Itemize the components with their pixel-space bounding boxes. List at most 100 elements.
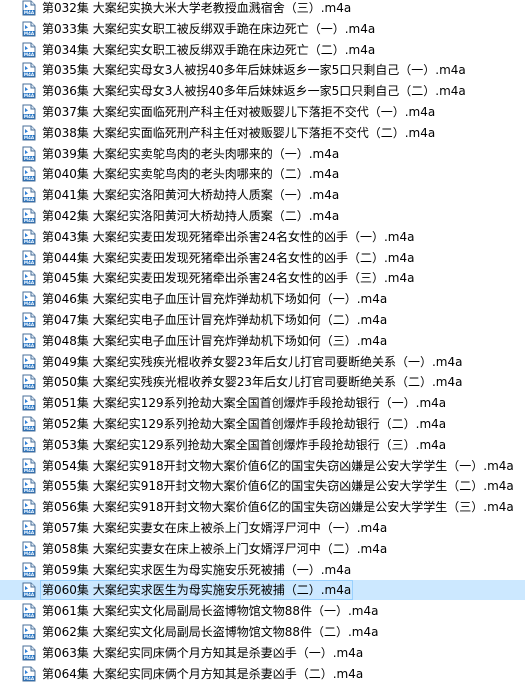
file-row[interactable]: M4A 第034集 大案纪实女职工被反绑双手跪在床边死亡（二）.m4a — [0, 40, 525, 60]
svg-text:M4A: M4A — [24, 509, 35, 514]
m4a-audio-file-icon: M4A — [21, 603, 37, 619]
file-name: 第048集 大案纪实电子血压计冒充炸弹劫机下场如何（三）.m4a — [42, 333, 388, 348]
file-name: 第045集 大案纪实麦田发现死猪牵出杀害24名女性的凶手（三）.m4a — [42, 271, 415, 286]
file-name: 第060集 大案纪实求医生为母实施安乐死被捕（二）.m4a — [39, 580, 354, 601]
file-name: 第039集 大案纪实卖鸵鸟肉的老头肉哪来的（一）.m4a — [42, 146, 340, 161]
file-row[interactable]: M4A 第047集 大案纪实电子血压计冒充炸弹劫机下场如何（二）.m4a — [0, 310, 525, 330]
file-name: 第062集 大案纪实文化局副局长盗博物馆文物88件（二）.m4a — [42, 625, 379, 639]
file-row[interactable]: M4A 第049集 大案纪实残疾光棍收养女婴23年后女儿打官司要断绝关系（一）.m… — [0, 352, 525, 372]
file-name: 第050集 大案纪实残疾光棍收养女婴23年后女儿打官司要断绝关系（二）.m4a — [42, 375, 463, 390]
svg-text:M4A: M4A — [24, 176, 35, 181]
file-row[interactable]: M4A 第052集 大案纪实129系列抢劫大案全国首创爆炸手段抢劫银行（二）.m4… — [0, 414, 525, 434]
file-row[interactable]: M4A 第043集 大案纪实麦田发现死猪牵出杀害24名女性的凶手（一）.m4a — [0, 227, 525, 247]
m4a-audio-file-icon: M4A — [21, 83, 37, 99]
m4a-audio-file-icon: M4A — [21, 499, 37, 515]
file-name: 第051集 大案纪实129系列抢劫大案全国首创爆炸手段抢劫银行（一）.m4a — [42, 396, 447, 411]
file-row[interactable]: M4A 第063集 大案纪实同床俩个月方知其是杀妻凶手（一）.m4a — [0, 643, 525, 663]
m4a-audio-file-icon: M4A — [21, 666, 37, 682]
svg-text:M4A: M4A — [24, 467, 35, 472]
svg-text:M4A: M4A — [24, 51, 35, 56]
file-name: 第032集 大案纪实换大米大学老教授血溅宿舍（三）.m4a — [42, 1, 352, 15]
m4a-audio-file-icon: M4A — [21, 270, 37, 286]
m4a-audio-file-icon: M4A — [21, 21, 37, 37]
file-row[interactable]: M4A 第037集 大案纪实面临死刑产科主任对被贩婴儿下落拒不交代（一）.m4a — [0, 102, 525, 122]
file-row[interactable]: M4A 第056集 大案纪实918开封文物大案价值6亿的国宝失窃凶嫌是公安大学学生… — [0, 497, 525, 517]
file-row[interactable]: M4A 第044集 大案纪实麦田发现死猪牵出杀害24名女性的凶手（二）.m4a — [0, 248, 525, 268]
m4a-audio-file-icon: M4A — [21, 354, 37, 370]
svg-text:M4A: M4A — [24, 31, 35, 36]
file-row[interactable]: M4A 第040集 大案纪实卖鸵鸟肉的老头肉哪来的（二）.m4a — [0, 164, 525, 184]
svg-text:M4A: M4A — [24, 322, 35, 327]
file-row[interactable]: M4A 第057集 大案纪实妻女在床上被杀上门女婿浮尸河中（一）.m4a — [0, 518, 525, 538]
m4a-audio-file-icon: M4A — [21, 374, 37, 390]
file-row[interactable]: M4A 第039集 大案纪实卖鸵鸟肉的老头肉哪来的（一）.m4a — [0, 144, 525, 164]
file-name: 第054集 大案纪实918开封文物大案价值6亿的国宝失窃凶嫌是公安大学学生（一）… — [42, 458, 514, 473]
svg-text:M4A: M4A — [24, 155, 35, 160]
m4a-audio-file-icon: M4A — [21, 0, 37, 16]
file-name: 第061集 大案纪实文化局副局长盗博物馆文物88件（一）.m4a — [42, 604, 379, 619]
file-row[interactable]: M4A 第053集 大案纪实129系列抢劫大案全国首创爆炸手段抢劫银行（三）.m4… — [0, 435, 525, 455]
file-row[interactable]: M4A 第036集 大案纪实母女3人被拐40多年后妹妹返乡一家5口只剩自己（二）.… — [0, 81, 525, 101]
file-row[interactable]: M4A 第045集 大案纪实麦田发现死猪牵出杀害24名女性的凶手（三）.m4a — [0, 268, 525, 288]
file-name: 第064集 大案纪实同床俩个月方知其是杀妻凶手（二）.m4a — [42, 666, 364, 681]
m4a-audio-file-icon: M4A — [21, 520, 37, 536]
file-name: 第041集 大案纪实洛阳黄河大桥劫持人质案（一）.m4a — [42, 188, 340, 203]
m4a-audio-file-icon: M4A — [21, 62, 37, 78]
file-row[interactable]: M4A 第061集 大案纪实文化局副局长盗博物馆文物88件（一）.m4a — [0, 601, 525, 621]
svg-text:M4A: M4A — [24, 197, 35, 202]
file-row[interactable]: M4A 第038集 大案纪实面临死刑产科主任对被贩婴儿下落拒不交代（二）.m4a — [0, 123, 525, 143]
m4a-audio-file-icon: M4A — [21, 562, 37, 578]
svg-text:M4A: M4A — [24, 571, 35, 576]
file-name: 第043集 大案纪实麦田发现死猪牵出杀害24名女性的凶手（一）.m4a — [42, 229, 415, 244]
m4a-audio-file-icon: M4A — [21, 104, 37, 120]
file-name: 第058集 大案纪实妻女在床上被杀上门女婿浮尸河中（二）.m4a — [42, 541, 388, 556]
file-name: 第040集 大案纪实卖鸵鸟肉的老头肉哪来的（二）.m4a — [42, 167, 340, 182]
file-row[interactable]: M4A 第060集 大案纪实求医生为母实施安乐死被捕（二）.m4a — [0, 580, 525, 601]
file-name: 第057集 大案纪实妻女在床上被杀上门女婿浮尸河中（一）.m4a — [42, 521, 388, 535]
file-row[interactable]: M4A 第054集 大案纪实918开封文物大案价值6亿的国宝失窃凶嫌是公安大学学生… — [0, 456, 525, 476]
file-row[interactable]: M4A 第058集 大案纪实妻女在床上被杀上门女婿浮尸河中（二）.m4a — [0, 539, 525, 559]
file-row[interactable]: M4A 第064集 大案纪实同床俩个月方知其是杀妻凶手（二）.m4a — [0, 664, 525, 684]
m4a-audio-file-icon: M4A — [21, 478, 37, 494]
file-list: M4A 第032集 大案纪实换大米大学老教授血溅宿舍（三）.m4a M4A 第033集… — [0, 0, 525, 689]
file-row[interactable]: M4A 第042集 大案纪实洛阳黄河大桥劫持人质案（二）.m4a — [0, 206, 525, 226]
file-row[interactable]: M4A 第032集 大案纪实换大米大学老教授血溅宿舍（三）.m4a — [0, 0, 525, 18]
svg-text:M4A: M4A — [24, 363, 35, 368]
svg-text:M4A: M4A — [24, 301, 35, 306]
svg-text:M4A: M4A — [24, 655, 35, 660]
m4a-audio-file-icon: M4A — [21, 146, 37, 162]
svg-text:M4A: M4A — [24, 426, 35, 431]
file-row[interactable]: M4A 第062集 大案纪实文化局副局长盗博物馆文物88件（二）.m4a — [0, 622, 525, 642]
svg-text:M4A: M4A — [24, 72, 35, 77]
m4a-audio-file-icon: M4A — [21, 437, 37, 453]
file-row[interactable]: M4A 第051集 大案纪实129系列抢劫大案全国首创爆炸手段抢劫银行（一）.m4… — [0, 393, 525, 413]
svg-text:M4A: M4A — [24, 530, 35, 535]
svg-text:M4A: M4A — [24, 135, 35, 140]
m4a-audio-file-icon: M4A — [21, 166, 37, 182]
file-row[interactable]: M4A 第059集 大案纪实求医生为母实施安乐死被捕（一）.m4a — [0, 560, 525, 580]
file-row[interactable]: M4A 第046集 大案纪实电子血压计冒充炸弹劫机下场如何（一）.m4a — [0, 289, 525, 309]
file-name: 第055集 大案纪实918开封文物大案价值6亿的国宝失窃凶嫌是公安大学学生（二）… — [42, 479, 514, 494]
file-name: 第052集 大案纪实129系列抢劫大案全国首创爆炸手段抢劫银行（二）.m4a — [42, 417, 447, 431]
file-row[interactable]: M4A 第033集 大案纪实女职工被反绑双手跪在床边死亡（一）.m4a — [0, 19, 525, 39]
svg-text:M4A: M4A — [24, 218, 35, 223]
m4a-audio-file-icon: M4A — [21, 333, 37, 349]
svg-text:M4A: M4A — [24, 259, 35, 264]
file-row[interactable]: M4A 第041集 大案纪实洛阳黄河大桥劫持人质案（一）.m4a — [0, 185, 525, 205]
m4a-audio-file-icon: M4A — [21, 42, 37, 58]
svg-text:M4A: M4A — [24, 551, 35, 556]
m4a-audio-file-icon: M4A — [21, 312, 37, 328]
svg-text:M4A: M4A — [24, 384, 35, 389]
file-row[interactable]: M4A 第050集 大案纪实残疾光棍收养女婴23年后女儿打官司要断绝关系（二）.m… — [0, 372, 525, 392]
file-row[interactable]: M4A 第035集 大案纪实母女3人被拐40多年后妹妹返乡一家5口只剩自己（一）.… — [0, 60, 525, 80]
file-name: 第056集 大案纪实918开封文物大案价值6亿的国宝失窃凶嫌是公安大学学生（三）… — [42, 500, 514, 515]
file-row[interactable]: M4A 第048集 大案纪实电子血压计冒充炸弹劫机下场如何（三）.m4a — [0, 331, 525, 351]
svg-text:M4A: M4A — [24, 488, 35, 493]
m4a-audio-file-icon: M4A — [21, 208, 37, 224]
file-name: 第036集 大案纪实母女3人被拐40多年后妹妹返乡一家5口只剩自己（二）.m4a — [42, 84, 466, 99]
file-row[interactable]: M4A 第055集 大案纪实918开封文物大案价值6亿的国宝失窃凶嫌是公安大学学生… — [0, 476, 525, 496]
file-name: 第034集 大案纪实女职工被反绑双手跪在床边死亡（二）.m4a — [42, 42, 376, 57]
m4a-audio-file-icon: M4A — [21, 291, 37, 307]
file-name: 第046集 大案纪实电子血压计冒充炸弹劫机下场如何（一）.m4a — [42, 292, 388, 307]
file-name: 第044集 大案纪实麦田发现死猪牵出杀害24名女性的凶手（二）.m4a — [42, 250, 415, 265]
